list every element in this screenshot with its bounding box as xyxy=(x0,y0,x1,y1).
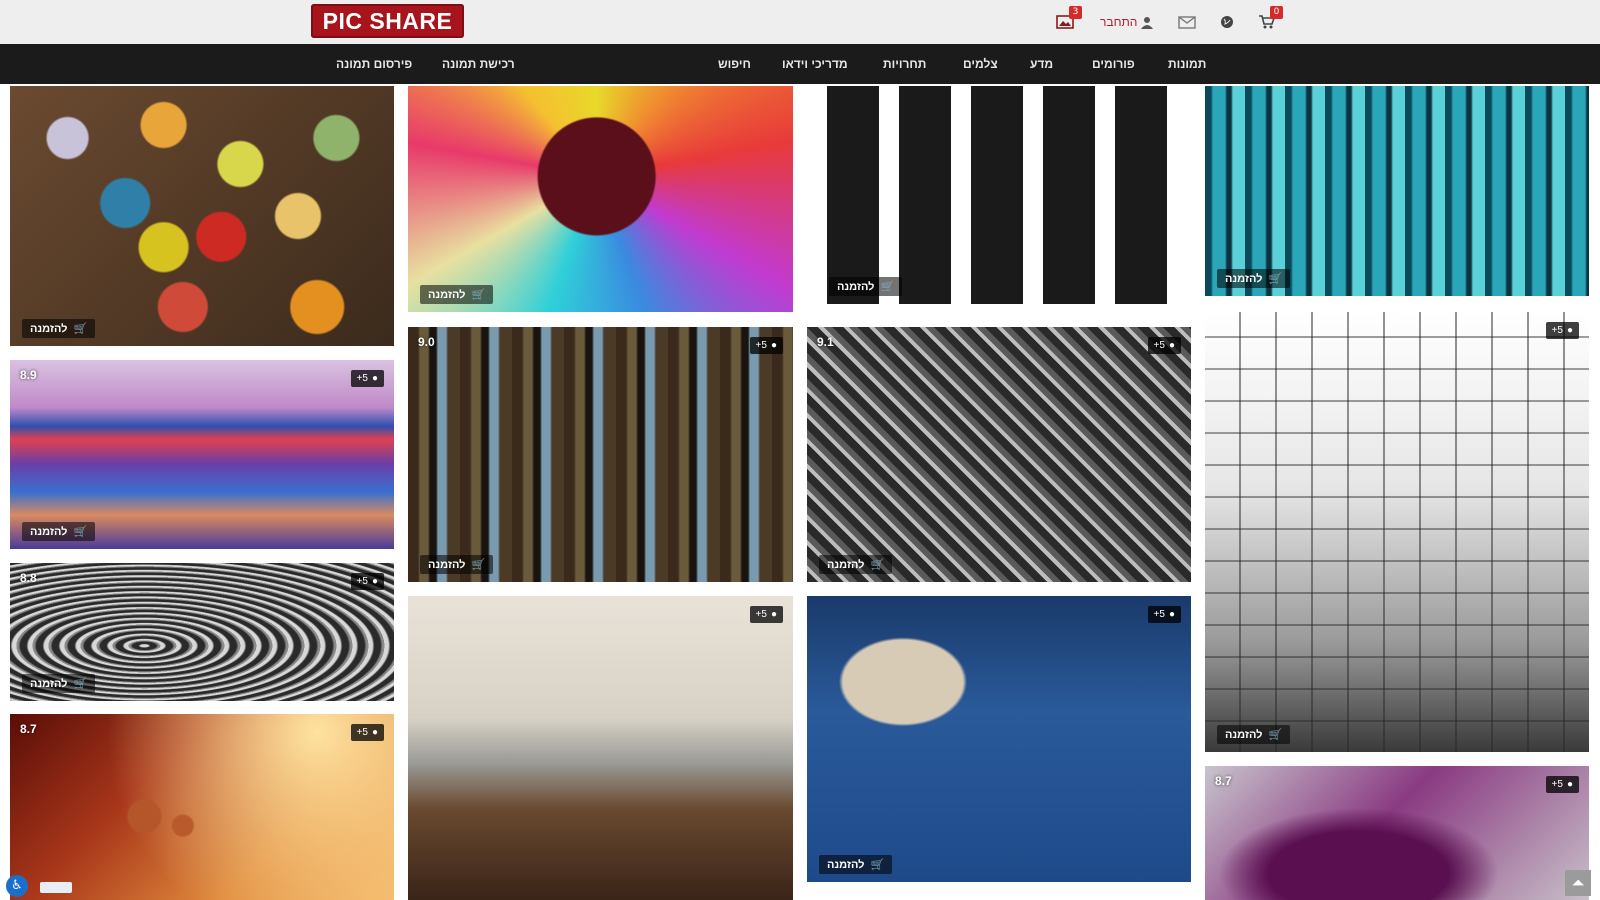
my-gallery-button[interactable]: 3 xyxy=(1056,6,1082,32)
cart-icon: 🛒 xyxy=(1268,729,1283,741)
photo-card-boat-reflection[interactable]: +5 ● להזמנה 🛒 xyxy=(807,596,1191,882)
gallery-badge: 3 xyxy=(1069,6,1082,19)
votes-badge[interactable]: +5 ● xyxy=(350,573,384,590)
cart-icon: 🛒 xyxy=(1268,273,1283,285)
photo-card-birds-mountains[interactable]: +5 ● xyxy=(408,596,793,900)
nav-search[interactable]: חיפוש xyxy=(718,44,751,84)
photo-card-architecture-pattern[interactable]: 9.1 +5 ● להזמנה 🛒 xyxy=(807,327,1191,582)
mail-icon xyxy=(1178,15,1196,29)
messages-button[interactable] xyxy=(1178,12,1196,32)
cart-icon: 🛒 xyxy=(471,559,486,571)
votes-badge[interactable]: +5 ● xyxy=(350,724,384,741)
rating-score: 8.8 xyxy=(20,571,37,585)
eye-icon: ● xyxy=(371,373,378,384)
order-button[interactable]: להזמנה 🛒 xyxy=(22,522,96,541)
rating-score: 9.1 xyxy=(817,335,834,349)
main-nav: פירסום תמונה רכישת תמונה חיפוש מדריכי וי… xyxy=(0,44,1600,84)
votes-badge[interactable]: +5 ● xyxy=(749,606,783,623)
photo-card-marbles[interactable]: להזמנה 🛒 xyxy=(10,86,394,346)
site-logo[interactable]: PIC SHARE xyxy=(311,4,464,38)
eye-icon: ● xyxy=(1168,340,1175,351)
language-button[interactable] xyxy=(1220,12,1234,32)
login-link[interactable]: התחבר xyxy=(1100,12,1154,32)
order-button[interactable]: להזמנה 🛒 xyxy=(819,855,893,874)
eye-icon: ● xyxy=(371,727,378,738)
nav-images[interactable]: תמונות xyxy=(1168,44,1206,84)
photo-card-purple-petal[interactable]: 8.7 +5 ● xyxy=(1205,766,1589,900)
photo-card-oil-bubbles[interactable]: 8.7 +5 ● xyxy=(10,714,394,900)
eye-icon: ● xyxy=(1566,325,1573,336)
votes-badge[interactable]: +5 ● xyxy=(749,337,783,354)
votes-badge[interactable]: +5 ● xyxy=(1545,776,1579,793)
order-button[interactable]: להזמנה 🛒 xyxy=(420,285,494,304)
cart-icon: 🛒 xyxy=(471,289,486,301)
login-text: התחבר xyxy=(1100,15,1138,29)
accessibility-button[interactable]: ♿ xyxy=(6,875,28,897)
nav-science[interactable]: מדע xyxy=(1030,44,1053,84)
photo-card-windows-grid[interactable]: להזמנה 🛒 xyxy=(817,86,1181,304)
votes-badge[interactable]: +5 ● xyxy=(1545,322,1579,339)
rating-score: 8.7 xyxy=(1215,774,1232,788)
top-bar: PIC SHARE 3 התחבר 0 xyxy=(0,0,1600,44)
votes-badge[interactable]: +5 ● xyxy=(1147,606,1181,623)
order-button[interactable]: להזמנה 🛒 xyxy=(420,555,494,574)
photo-card-glass-tiles[interactable]: +5 ● להזמנה 🛒 xyxy=(1205,312,1589,752)
rating-score: 8.9 xyxy=(20,368,37,382)
nav-video-guides[interactable]: מדריכי וידאו xyxy=(782,44,848,84)
photo-card-teal-trees[interactable]: להזמנה 🛒 xyxy=(1205,86,1589,296)
rating-score: 9.0 xyxy=(418,335,435,349)
photo-card-watercolor[interactable]: 8.9 +5 ● להזמנה 🛒 xyxy=(10,360,394,549)
rating-score: 8.7 xyxy=(20,722,37,736)
photo-card-hot-air-balloon[interactable]: להזמנה 🛒 xyxy=(408,86,793,312)
photo-card-pine-forest[interactable]: 9.0 +5 ● להזמנה 🛒 xyxy=(408,327,793,582)
nav-competitions[interactable]: תחרויות xyxy=(883,44,926,84)
eye-icon: ● xyxy=(770,609,777,620)
nav-photographers[interactable]: צלמים xyxy=(963,44,998,84)
cart-icon: 🛒 xyxy=(880,281,895,293)
eye-icon: ● xyxy=(770,340,777,351)
nav-forums[interactable]: פורומים xyxy=(1092,44,1135,84)
order-button[interactable]: להזמנה 🛒 xyxy=(819,555,893,574)
order-button[interactable]: להזמנה 🛒 xyxy=(1217,269,1291,288)
cart-badge: 0 xyxy=(1270,6,1283,19)
eye-icon: ● xyxy=(1566,779,1573,790)
order-button[interactable]: להזמנה 🛒 xyxy=(22,319,96,338)
user-icon xyxy=(1141,16,1154,29)
accessibility-label[interactable] xyxy=(40,882,72,893)
eye-icon: ● xyxy=(371,576,378,587)
globe-icon xyxy=(1221,16,1233,28)
cart-icon: 🛒 xyxy=(73,323,88,335)
votes-badge[interactable]: +5 ● xyxy=(1147,337,1181,354)
cart-icon: 🛒 xyxy=(870,859,885,871)
order-button[interactable]: להזמנה 🛒 xyxy=(1217,725,1291,744)
cart-icon: 🛒 xyxy=(870,559,885,571)
cart-icon: 🛒 xyxy=(73,526,88,538)
nav-publish-image[interactable]: פירסום תמונה xyxy=(336,44,412,84)
double-chevron-up-icon: ⏶ xyxy=(1571,873,1585,892)
photo-card-water-ripple[interactable]: 8.8 +5 ● להזמנה 🛒 xyxy=(10,563,394,701)
scroll-to-top-button[interactable]: ⏶ xyxy=(1565,870,1591,896)
order-button[interactable]: להזמנה 🛒 xyxy=(22,674,96,693)
accessibility-icon: ♿ xyxy=(11,878,23,893)
cart-button[interactable]: 0 xyxy=(1259,6,1283,32)
cart-icon: 🛒 xyxy=(73,678,88,690)
nav-buy-image[interactable]: רכישת תמונה xyxy=(442,44,515,84)
eye-icon: ● xyxy=(1168,609,1175,620)
votes-badge[interactable]: +5 ● xyxy=(350,370,384,387)
order-button[interactable]: להזמנה 🛒 xyxy=(829,277,903,296)
